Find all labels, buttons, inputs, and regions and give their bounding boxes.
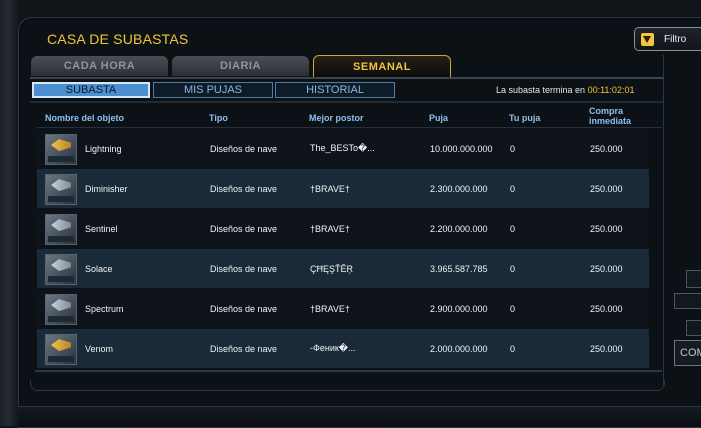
auction-end-time: 00:11:02:01 [587,85,635,95]
tab-label: SEMANAL [353,60,411,73]
subtab-history[interactable]: HISTORIAL [275,82,395,98]
panel-frame [30,380,665,391]
buy-now-price: 250.000 [590,343,623,354]
item-type: Diseños de nave [210,223,278,234]
bottom-bar [18,406,701,427]
table-row[interactable]: Lightning Diseños de nave The_BESTo�... … [37,129,649,168]
your-bid: 0 [510,303,516,314]
tab-label: DIARIA [220,60,261,72]
auction-end-label: La subasta termina en [496,85,586,95]
side-panel-button[interactable]: COM [674,340,701,366]
ship-design-icon [45,174,77,205]
item-name: Sentinel [85,223,118,234]
col-header-name[interactable]: Nombre del objeto [45,113,124,123]
ship-design-icon [45,254,77,285]
tab-label: CADA HORA [63,60,136,72]
current-bid: 2.000.000.000 [430,343,488,354]
tab-weekly[interactable]: SEMANAL [313,55,451,77]
buy-now-price: 250.000 [590,303,623,314]
item-name: Venom [85,343,114,354]
top-bidder: The_BESTo�... [310,143,375,153]
item-name: Solace [85,263,113,274]
top-bidder: -Феник�... [310,343,356,353]
filter-button[interactable]: Filtro [634,27,701,51]
buy-now-price: 250.000 [590,263,623,274]
divider [30,101,663,103]
auction-end-timer: La subasta termina en 00:11:02:01 [496,85,634,95]
col-header-your-bid[interactable]: Tu puja [509,113,540,123]
item-type: Diseños de nave [210,183,278,194]
subtab-my-bids[interactable]: MIS PUJAS [153,82,273,98]
item-type: Diseños de nave [210,343,278,354]
table-row[interactable]: Sentinel Diseños de nave †BRAVE† 2.200.0… [37,209,649,248]
item-name: Lightning [85,143,122,154]
buy-now-price: 250.000 [590,183,623,194]
tab-divider [30,77,663,79]
top-bidder: †BRAVE† [310,223,350,234]
table-row[interactable]: Solace Diseños de nave ÇĦĘŞŤĚŖ 3.965.587… [37,249,649,288]
tab-hourly[interactable]: CADA HORA [31,56,168,76]
ship-design-icon [45,294,77,325]
side-panel-slot[interactable] [686,270,701,288]
ship-design-icon [45,214,77,245]
header-divider [37,127,662,128]
current-bid: 2.300.000.000 [430,183,488,194]
item-type: Diseños de nave [210,303,278,314]
your-bid: 0 [510,183,516,194]
col-header-buy-now[interactable]: Compra inmediata [589,106,649,126]
buy-now-price: 250.000 [590,143,623,154]
ship-design-icon [45,134,77,165]
your-bid: 0 [510,143,516,154]
your-bid: 0 [510,263,516,274]
your-bid: 0 [510,223,516,234]
subtab-auction[interactable]: SUBASTA [32,82,150,98]
side-panel-slot[interactable] [686,320,701,336]
item-name: Diminisher [85,183,128,194]
current-bid: 2.900.000.000 [430,303,488,314]
current-bid: 10.000.000.000 [430,143,493,154]
window-title: CASA DE SUBASTAS [47,31,189,47]
funnel-icon [641,32,654,46]
table-bottom-divider [35,370,662,372]
table-row[interactable]: Diminisher Diseños de nave †BRAVE† 2.300… [37,169,649,208]
col-header-top-bidder[interactable]: Mejor postor [309,113,364,123]
top-bidder: †BRAVE† [310,303,350,314]
top-bidder: †BRAVE† [310,183,350,194]
side-panel-slot[interactable] [674,293,701,309]
current-bid: 2.200.000.000 [430,223,488,234]
table-row[interactable]: Venom Diseños de nave -Феник�... 2.000.0… [37,329,649,368]
item-type: Diseños de nave [210,263,278,274]
item-type: Diseños de nave [210,143,278,154]
filter-label: Filtro [664,33,687,45]
current-bid: 3.965.587.785 [430,263,488,274]
col-header-bid[interactable]: Puja [429,113,448,123]
col-header-type[interactable]: Tipo [209,113,228,123]
top-bidder: ÇĦĘŞŤĚŖ [310,263,354,274]
buy-now-price: 250.000 [590,223,623,234]
tab-daily[interactable]: DIARIA [172,56,309,76]
ship-design-icon [45,334,77,365]
your-bid: 0 [510,343,516,354]
item-name: Spectrum [85,303,124,314]
table-row[interactable]: Spectrum Diseños de nave †BRAVE† 2.900.0… [37,289,649,328]
